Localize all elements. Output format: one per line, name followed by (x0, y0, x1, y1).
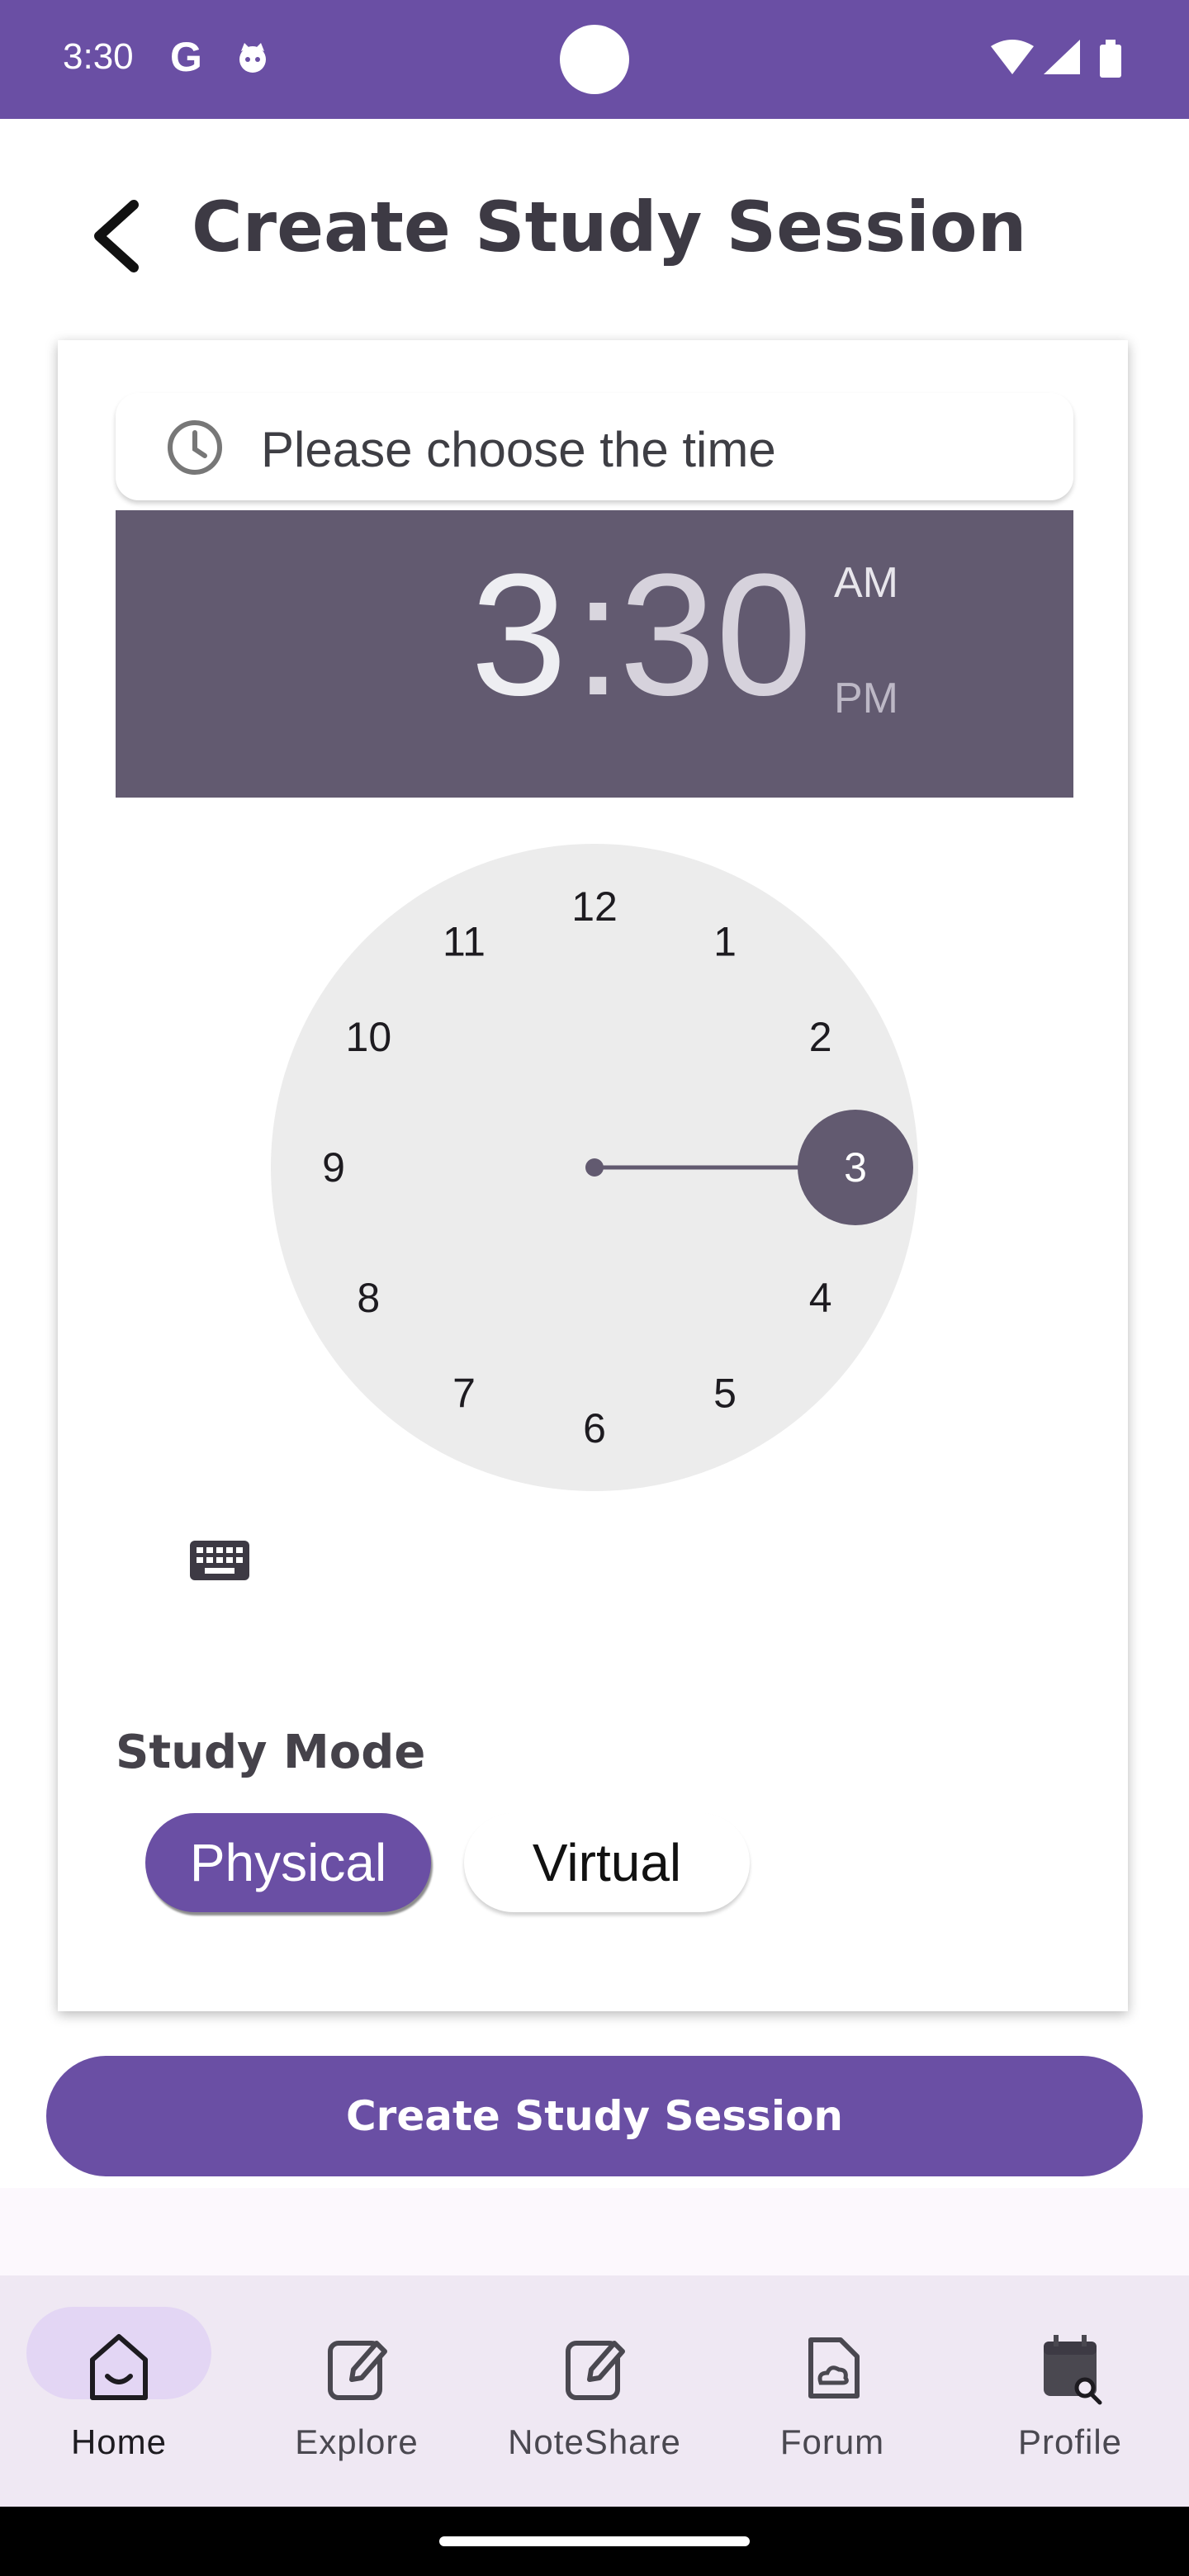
home-icon (90, 2334, 148, 2400)
study-mode-label: Study Mode (116, 1726, 426, 1779)
edit-icon (566, 2341, 625, 2400)
dial-number-5[interactable]: 5 (713, 1371, 737, 1417)
dial-number-12[interactable]: 12 (571, 883, 618, 930)
status-icons (991, 40, 1121, 78)
hour-display[interactable]: 3 (471, 548, 567, 722)
nav-item-noteshare[interactable]: NoteShare (476, 2275, 713, 2507)
create-session-button[interactable]: Create Study Session (46, 2056, 1143, 2176)
cat-icon (239, 43, 266, 73)
dial-number-9[interactable]: 9 (322, 1144, 345, 1191)
dial-number-7[interactable]: 7 (452, 1371, 476, 1417)
dial-number-6[interactable]: 6 (583, 1405, 606, 1451)
pm-toggle[interactable]: PM (834, 674, 898, 723)
calendar-search-icon (1044, 2335, 1102, 2405)
signal-icon (1044, 40, 1080, 74)
chevron-left-icon (94, 200, 139, 272)
nav-item-forum[interactable]: Forum (713, 2275, 951, 2507)
nav-label-home: Home (70, 2422, 168, 2461)
am-toggle[interactable]: AM (834, 558, 898, 608)
content-bottom-area (0, 2188, 1189, 2275)
dial-number-1[interactable]: 1 (713, 918, 737, 964)
nav-item-home[interactable]: Home (0, 2275, 238, 2507)
dial-number-11[interactable]: 11 (443, 918, 486, 964)
nav-label-forum: Forum (779, 2422, 885, 2461)
page-title: Create Study Session (192, 187, 1027, 268)
wifi-icon (991, 40, 1034, 74)
nav-item-profile[interactable]: Profile (951, 2275, 1189, 2507)
nav-label-noteshare: NoteShare (508, 2422, 681, 2461)
status-bar: 3:30 G (0, 0, 1189, 119)
clock-hand-pivot (585, 1158, 604, 1177)
time-input-field[interactable]: Please choose the time (116, 393, 1073, 500)
physical-mode-chip[interactable]: Physical (145, 1813, 431, 1912)
time-placeholder: Please choose the time (261, 422, 776, 477)
virtual-mode-chip[interactable]: Virtual (464, 1813, 750, 1912)
dial-number-10[interactable]: 10 (346, 1014, 392, 1060)
bottom-navigation: Home Explore NoteShare Forum Profile (0, 2275, 1189, 2507)
google-icon: G (170, 34, 202, 80)
battery-icon (1100, 40, 1121, 78)
time-separator: : (574, 537, 623, 732)
keyboard-icon[interactable] (187, 1536, 253, 1585)
camera-cutout (560, 25, 629, 94)
back-button[interactable] (86, 195, 152, 277)
nav-item-explore[interactable]: Explore (238, 2275, 476, 2507)
dial-number-8[interactable]: 8 (357, 1275, 380, 1321)
dial-number-3[interactable]: 3 (844, 1144, 867, 1191)
home-gesture-handle[interactable] (439, 2536, 750, 2546)
cloud-note-icon (808, 2337, 860, 2398)
clock-dial[interactable]: 121234567891011 (271, 844, 918, 1491)
clock-icon (168, 420, 222, 475)
dial-number-4[interactable]: 4 (809, 1275, 832, 1321)
edit-icon (328, 2341, 387, 2400)
dial-number-2[interactable]: 2 (809, 1014, 832, 1060)
nav-label-explore: Explore (295, 2422, 419, 2461)
minute-display[interactable]: 30 (619, 548, 812, 722)
nav-label-profile: Profile (1017, 2422, 1123, 2461)
status-time: 3:30 (63, 36, 134, 77)
